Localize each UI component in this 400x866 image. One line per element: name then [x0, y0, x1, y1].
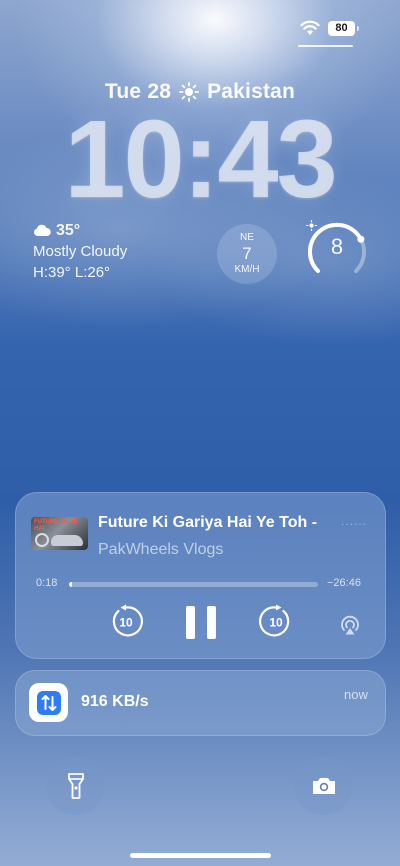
- playback-progress-fill: [69, 582, 72, 587]
- pause-bar-left: [186, 606, 195, 639]
- pause-bar-right: [207, 606, 216, 639]
- album-artwork[interactable]: FUTURE TO YE HAI: [31, 517, 88, 550]
- speed-notification[interactable]: 916 KB/s now: [15, 670, 386, 736]
- battery-icon: 80: [328, 20, 359, 36]
- now-playing-card[interactable]: FUTURE TO YE HAI Future Ki Gariya Hai Ye…: [15, 492, 386, 659]
- flashlight-icon: [67, 772, 84, 799]
- notification-text: 916 KB/s: [81, 693, 149, 710]
- wind-widget[interactable]: NE 7 KM/H: [217, 224, 277, 284]
- cloud-icon: [34, 224, 51, 236]
- playback-scrubber[interactable]: [69, 582, 318, 587]
- weather-temperature: 35°: [56, 222, 81, 239]
- elapsed-time: 0:18: [36, 577, 58, 589]
- more-dots-icon[interactable]: ······: [341, 519, 367, 530]
- pause-button[interactable]: [186, 606, 216, 640]
- status-bar: 80: [300, 20, 359, 36]
- skip-forward-10-button[interactable]: 10: [259, 604, 293, 638]
- track-title: Future Ki Gariya Hai Ye Toh -: [98, 514, 318, 531]
- airplay-icon[interactable]: [339, 614, 361, 636]
- uv-sun-icon: [306, 220, 317, 231]
- car-image: [51, 535, 83, 546]
- home-indicator[interactable]: [130, 853, 271, 858]
- wind-unit: KM/H: [234, 264, 260, 275]
- wheel-image: [35, 533, 49, 547]
- wind-direction: NE: [240, 232, 254, 243]
- uv-index-widget[interactable]: 8: [306, 220, 368, 282]
- wind-speed: 7: [242, 244, 252, 263]
- notification-time: now: [344, 687, 368, 702]
- artwork-text: FUTURE TO YE HAI: [34, 519, 78, 532]
- app-icon: [29, 683, 68, 722]
- skip-forward-label: 10: [269, 616, 283, 630]
- uv-index-value: 8: [330, 234, 344, 259]
- lock-screen-clock: 10:43: [64, 98, 337, 221]
- camera-icon: [312, 777, 335, 794]
- transfer-arrows-icon: [36, 690, 61, 715]
- weather-high-low: H:39° L:26°: [33, 264, 111, 281]
- flashlight-button[interactable]: [46, 756, 105, 815]
- remaining-time: −26:46: [327, 577, 361, 589]
- camera-button[interactable]: [294, 756, 353, 815]
- weather-condition: Mostly Cloudy: [33, 243, 128, 260]
- skip-back-10-button[interactable]: 10: [109, 604, 143, 638]
- weather-widget[interactable]: 35° Mostly Cloudy H:39° L:26°: [33, 220, 127, 283]
- battery-level: 80: [335, 22, 348, 34]
- track-artist: PakWheels Vlogs: [98, 541, 224, 558]
- status-indicator-line: [298, 45, 353, 47]
- wifi-icon: [300, 20, 320, 35]
- skip-back-label: 10: [119, 616, 133, 630]
